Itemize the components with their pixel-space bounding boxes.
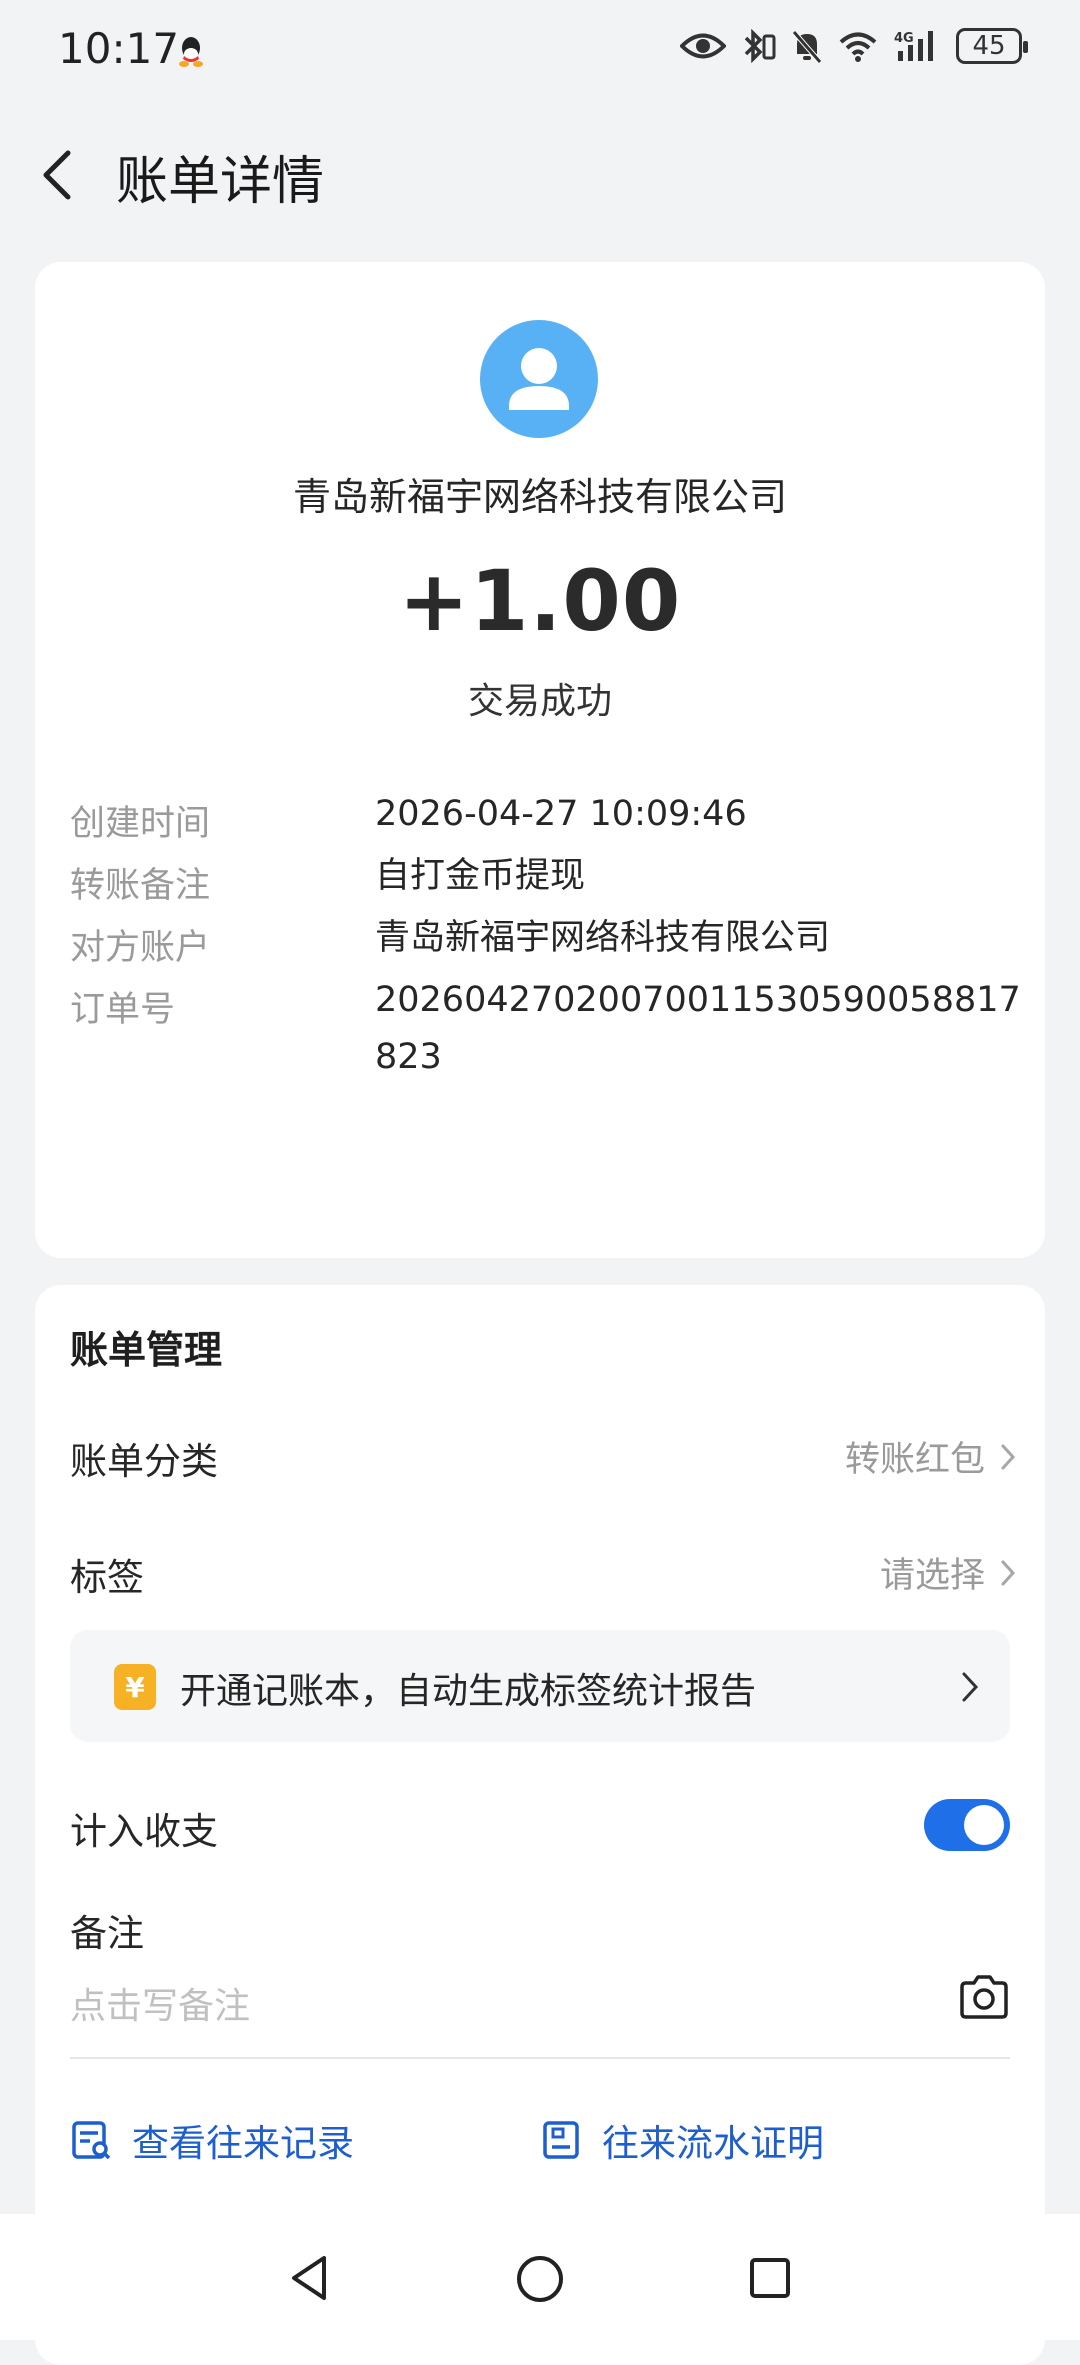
- chevron-right-icon: [1001, 1444, 1016, 1469]
- detail-value[interactable]: 20260427020070011530590058817823: [375, 972, 1040, 1086]
- bill-summary-card: 青岛新福宇网络科技有限公司 +1.00 交易成功 创建时间 2026-04-27…: [35, 262, 1045, 1258]
- history-record-icon: [72, 2121, 111, 2160]
- toggle-knob: [964, 1805, 1004, 1845]
- status-icons: 4G 45: [680, 28, 1028, 64]
- status-time: 10:17: [58, 24, 180, 73]
- transaction-proof-label: 往来流水证明: [602, 2122, 824, 2165]
- transaction-status: 交易成功: [467, 681, 612, 722]
- battery-level: 45: [972, 31, 1006, 61]
- tag-value-group[interactable]: 请选择: [880, 1547, 1017, 1598]
- signal-4g-icon: 4G: [894, 31, 933, 61]
- user-icon: [509, 348, 569, 410]
- detail-value: 自打金币提现: [375, 856, 586, 896]
- system-navigation-bar: [0, 2214, 1080, 2340]
- bluetooth-icon: [744, 28, 776, 64]
- category-value-group[interactable]: 转账红包: [845, 1431, 1017, 1482]
- qq-icon: [179, 37, 203, 67]
- merchant-name: 青岛新福宇网络科技有限公司: [292, 475, 787, 519]
- detail-label: 订单号: [70, 990, 176, 1030]
- view-history-label: 查看往来记录: [132, 2122, 354, 2165]
- svg-text:4G: 4G: [894, 31, 914, 46]
- divider: [70, 2057, 1010, 2059]
- ledger-coupon-icon: ¥: [114, 1664, 156, 1710]
- category-value: 转账红包: [844, 1440, 985, 1480]
- amount: +1.00: [398, 552, 682, 650]
- count-in-income-expense-label: 计入收支: [70, 1810, 218, 1853]
- transaction-proof-link[interactable]: 往来流水证明: [540, 2113, 824, 2167]
- eye-icon: [680, 33, 726, 59]
- mute-icon: [792, 30, 822, 64]
- header: 账单详情: [0, 125, 1080, 225]
- note-label: 备注: [70, 1912, 144, 1955]
- tag-label: 标签: [70, 1556, 144, 1599]
- note-input[interactable]: 点击写备注: [70, 1977, 250, 2029]
- view-history-link[interactable]: 查看往来记录: [70, 2113, 354, 2167]
- bill-management-card: 账单管理 账单分类 转账红包 标签 请选择 ¥ 开通记账本，自动生成标签统计报告…: [35, 1285, 1045, 2365]
- detail-label: 创建时间: [70, 804, 211, 844]
- nav-recent-apps-icon[interactable]: [748, 2256, 792, 2300]
- wifi-icon: [839, 32, 877, 62]
- detail-value: 2026-04-27 10:09:46: [375, 794, 747, 834]
- detail-label: 转账备注: [70, 866, 211, 906]
- count-in-income-expense-toggle[interactable]: [924, 1799, 1010, 1851]
- section-title: 账单管理: [70, 1328, 223, 1372]
- camera-icon[interactable]: [958, 1973, 1010, 2021]
- proof-document-icon: [543, 2121, 579, 2159]
- chevron-right-icon: [1001, 1560, 1016, 1585]
- nav-back-icon[interactable]: [288, 2254, 330, 2302]
- detail-value: 青岛新福宇网络科技有限公司: [375, 918, 831, 958]
- detail-label: 对方账户: [70, 928, 211, 968]
- avatar: [480, 320, 598, 438]
- battery-icon: 45: [956, 28, 1028, 64]
- page-title: 账单详情: [116, 152, 325, 212]
- chevron-right-icon: [962, 1672, 979, 1702]
- tag-value: 请选择: [879, 1556, 985, 1596]
- ledger-promo-banner[interactable]: ¥ 开通记账本，自动生成标签统计报告: [70, 1630, 1010, 1742]
- promo-text: 开通记账本，自动生成标签统计报告: [180, 1671, 757, 1712]
- category-label: 账单分类: [70, 1440, 218, 1483]
- status-bar: 10:17 4G 45: [0, 0, 1080, 105]
- back-arrow-icon[interactable]: [34, 145, 84, 205]
- nav-home-icon[interactable]: [515, 2254, 565, 2304]
